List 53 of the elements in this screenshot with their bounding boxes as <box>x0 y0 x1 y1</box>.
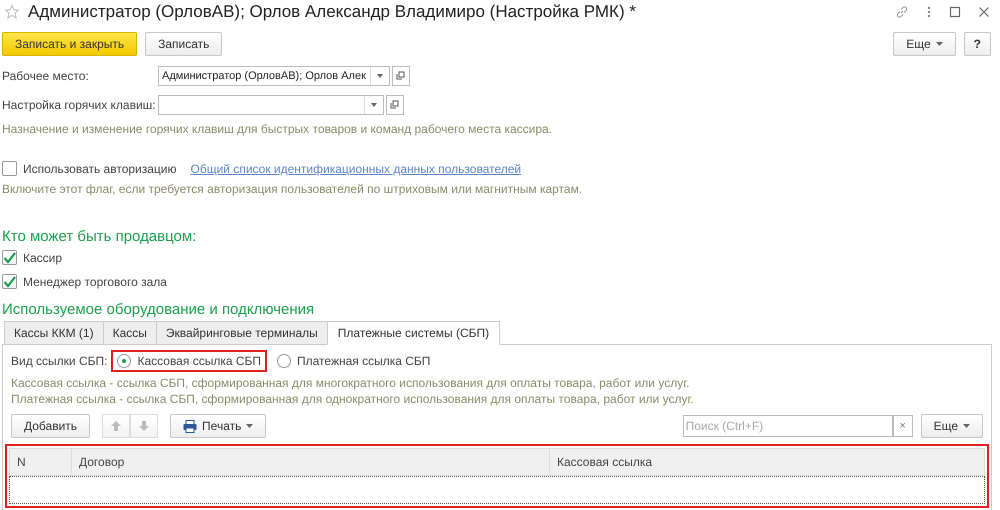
move-down-button[interactable] <box>130 414 158 438</box>
star-icon[interactable] <box>4 4 20 20</box>
help-button[interactable]: ? <box>964 32 991 56</box>
more-icon[interactable] <box>926 5 932 19</box>
checkbox[interactable] <box>2 250 17 265</box>
hint-text: Платежная ссылка - ссылка СБП, сформированная для однократного использования для оплаты товара, работ или услуг. <box>11 391 695 407</box>
section-heading: Используемое оборудование и подключения <box>2 301 316 318</box>
clear-button[interactable]: × <box>892 415 913 437</box>
checkbox[interactable] <box>2 274 17 289</box>
move-up-button[interactable] <box>102 414 130 438</box>
hint-text: Включите этот флаг, если требуется авторизация пользователей по штриховым или магнитным картам. <box>2 182 584 196</box>
caret-icon <box>246 424 254 428</box>
tab[interactable]: Эквайринговые терминалы <box>156 321 328 344</box>
save-button[interactable]: Записать <box>145 32 222 56</box>
column-header[interactable]: Договор <box>72 449 550 475</box>
radio-option[interactable]: Кассовая ссылка СБП <box>111 350 268 372</box>
checkbox[interactable] <box>2 161 17 176</box>
maximize-icon[interactable] <box>949 6 961 18</box>
caret-icon <box>936 42 943 46</box>
caret-icon <box>963 424 970 428</box>
radio-option[interactable]: Платежная ссылка СБП <box>271 350 436 372</box>
radio-group-label: Вид ссылки СБП: <box>11 354 108 368</box>
hint-text: Назначение и изменение горячих клавиш для быстрых товаров и команд рабочего места кассира. <box>2 122 554 136</box>
arrow-down-icon <box>138 420 150 432</box>
column-header[interactable]: N <box>10 449 72 475</box>
field-label: Рабочее место: <box>2 69 90 83</box>
open-icon[interactable] <box>392 66 410 86</box>
tab[interactable]: Кассы <box>102 321 157 344</box>
more-button[interactable]: Еще <box>893 32 956 56</box>
caret-icon <box>376 74 383 78</box>
tab[interactable]: Кассы ККМ (1) <box>4 321 104 344</box>
open-icon[interactable] <box>386 95 404 115</box>
column-header[interactable]: Кассовая ссылка <box>550 449 984 475</box>
tab[interactable]: Платежные системы (СБП) <box>326 321 500 345</box>
add-button[interactable]: Добавить <box>11 414 90 438</box>
checkbox-label: Менеджер торгового зала <box>23 274 167 288</box>
field-label: Настройка горячих клавиш: <box>2 98 157 112</box>
print-button[interactable]: Печать <box>170 414 266 438</box>
save-button[interactable]: Записать и закрыть <box>2 32 138 56</box>
printer-icon <box>183 420 198 432</box>
more-button[interactable]: Еще <box>920 414 983 438</box>
checkbox-label: Использовать авторизацию <box>23 162 177 176</box>
close-icon[interactable] <box>978 6 990 18</box>
search-field[interactable]: Поиск (Ctrl+F) <box>682 415 893 437</box>
arrow-up-icon <box>110 420 122 432</box>
users-link[interactable]: Общий список идентификационных данных пользователей <box>190 162 522 176</box>
section-heading: Кто может быть продавцом: <box>2 228 198 245</box>
select-field[interactable]: Администратор (ОрловАВ); Орлов Алек <box>158 66 390 86</box>
caret-icon <box>371 103 377 107</box>
hint-text: Кассовая ссылка - ссылка СБП, сформированная для многократного использования для оплаты товара, работ или услуг. <box>11 375 690 391</box>
link-icon[interactable] <box>895 5 909 19</box>
checkbox-label: Кассир <box>23 250 62 264</box>
window-title: Администратор (ОрловАВ); Орлов Александр Владимиро (Настройка РМК) * <box>28 2 636 22</box>
